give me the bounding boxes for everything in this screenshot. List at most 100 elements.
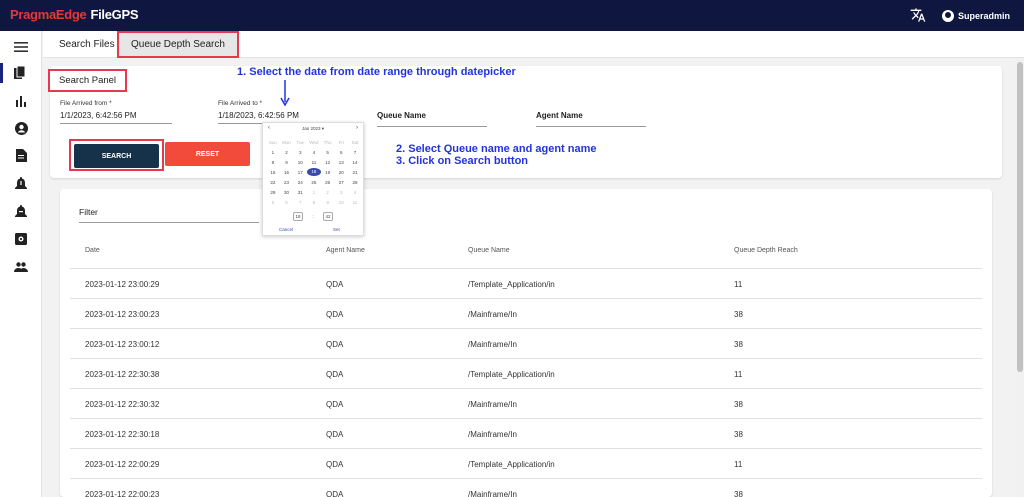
reset-button[interactable]: RESET	[165, 142, 250, 166]
calendar-day[interactable]: 6	[280, 200, 294, 205]
calendar-day[interactable]: 23	[280, 180, 294, 185]
file-arrived-from-field[interactable]: File Arrived from * 1/1/2023, 6:42:56 PM	[60, 100, 172, 124]
calendar-day[interactable]: 28	[348, 180, 362, 185]
minute-input[interactable]: 42	[322, 211, 333, 221]
calendar-day[interactable]: 24	[293, 180, 307, 185]
calendar-day[interactable]: 4	[348, 190, 362, 195]
calendar-day[interactable]: 29	[266, 190, 280, 195]
calendar-day[interactable]: 3	[293, 150, 307, 155]
calendar-day[interactable]: 3	[334, 190, 348, 195]
calendar-day[interactable]: 11	[348, 200, 362, 205]
user-menu[interactable]: Superadmin	[942, 7, 1010, 25]
table-row[interactable]: 2023-01-12 22:00:23 QDA/Mainframe/In 38	[70, 479, 982, 497]
notification-bell-icon[interactable]	[6, 201, 36, 221]
group-icon[interactable]	[6, 257, 36, 277]
cell-queue-depth: 38	[734, 490, 743, 497]
calendar-day[interactable]: 1	[266, 150, 280, 155]
instruction-step-3: 3. Click on Search button	[396, 155, 529, 167]
cell-date: 2023-01-12 22:30:18	[85, 430, 160, 439]
calendar-day[interactable]: 1	[307, 190, 321, 195]
table-row[interactable]: 2023-01-12 22:30:32 QDA/Mainframe/In 38	[70, 389, 982, 419]
calendar-day[interactable]: 14	[348, 160, 362, 165]
calendar-day[interactable]: 9	[280, 160, 294, 165]
tab-queue-depth-search[interactable]: Queue Depth Search	[117, 31, 239, 58]
agent-name-field[interactable]: Agent Name	[536, 111, 646, 127]
alert-bell-icon[interactable]	[6, 173, 36, 193]
sidebar	[0, 31, 42, 497]
page-scrollbar[interactable]	[1016, 58, 1024, 497]
table-row[interactable]: 2023-01-12 22:30:38 QDA/Template_Applicat…	[70, 359, 982, 389]
calendar-day[interactable]: 12	[321, 160, 335, 165]
column-header-queue-name[interactable]: Queue Name	[468, 247, 510, 254]
calendar-day[interactable]: 8	[266, 160, 280, 165]
cell-queue-depth: 11	[734, 460, 743, 469]
datepicker-month[interactable]: Jan 2023 ▾	[263, 126, 363, 134]
calendar-day[interactable]: 30	[280, 190, 294, 195]
calendar-day[interactable]: 15	[266, 170, 280, 175]
settings-box-icon[interactable]	[6, 229, 36, 249]
column-header-date[interactable]: Date	[85, 247, 100, 254]
menu-icon[interactable]	[6, 37, 36, 57]
from-input[interactable]: 1/1/2023, 6:42:56 PM	[60, 111, 172, 124]
cancel-button[interactable]: Cancel	[279, 227, 293, 232]
set-button[interactable]: Set	[333, 227, 340, 232]
cell-agent-name: QDA	[326, 340, 344, 349]
hour-input[interactable]: 18	[293, 211, 303, 221]
search-button[interactable]: SEARCH	[74, 144, 159, 168]
calendar-day[interactable]: 16	[280, 170, 294, 175]
app-logo[interactable]: PragmaEdge FileGPS	[10, 7, 139, 22]
calendar-day[interactable]: 31	[293, 190, 307, 195]
calendar-day[interactable]: 22	[266, 180, 280, 185]
file-arrived-to-field[interactable]: File Arrived to * 1/18/2023, 6:42:56 PM	[218, 100, 328, 124]
calendar-day[interactable]: 26	[321, 180, 335, 185]
table-row[interactable]: 2023-01-12 22:30:18 QDA/Mainframe/In 38	[70, 419, 982, 449]
cell-agent-name: QDA	[326, 310, 344, 319]
calendar-day[interactable]: 20	[334, 170, 348, 175]
calendar-day[interactable]: 6	[334, 150, 348, 155]
calendar-day[interactable]: 11	[307, 160, 321, 165]
weekday-label: Mon	[282, 139, 291, 145]
filter-input[interactable]: Filter	[79, 207, 259, 223]
time-picker: 18 : 42	[293, 211, 333, 221]
calendar-day[interactable]: 2	[321, 190, 335, 195]
calendar-day[interactable]: 25	[307, 180, 321, 185]
calendar-week: 15 16 17 18 19 20 21	[266, 167, 362, 177]
queue-name-field[interactable]: Queue Name	[377, 111, 487, 127]
calendar-day[interactable]: 7	[348, 150, 362, 155]
table-row[interactable]: 2023-01-12 23:00:23 QDA/Mainframe/In 38	[70, 299, 982, 329]
table-header: Date Agent Name Queue Name Queue Depth R…	[70, 243, 982, 269]
translate-icon[interactable]	[910, 7, 928, 25]
calendar-day[interactable]: 9	[321, 200, 335, 205]
account-icon[interactable]	[6, 118, 36, 138]
calendar-day[interactable]: 5	[321, 150, 335, 155]
scrollbar-thumb[interactable]	[1017, 62, 1023, 372]
calendar-day[interactable]: 17	[293, 170, 307, 175]
calendar-day[interactable]: 10	[334, 200, 348, 205]
calendar-day[interactable]: 2	[280, 150, 294, 155]
calendar-day[interactable]: 5	[266, 200, 280, 205]
table-row[interactable]: 2023-01-12 22:00:29 QDA/Template_Applicat…	[70, 449, 982, 479]
bar-chart-icon[interactable]	[6, 91, 36, 111]
queue-name-input[interactable]	[377, 121, 487, 127]
next-month-icon[interactable]: ›	[356, 125, 358, 131]
calendar-day[interactable]: 19	[321, 170, 335, 175]
calendar-day[interactable]: 8	[307, 200, 321, 205]
column-header-queue-depth-reach[interactable]: Queue Depth Reach	[734, 247, 798, 254]
calendar-day[interactable]: 27	[334, 180, 348, 185]
top-app-bar: PragmaEdge FileGPS Superadmin	[0, 0, 1024, 31]
calendar-day[interactable]: 13	[334, 160, 348, 165]
calendar-day[interactable]: 10	[293, 160, 307, 165]
cell-queue-name: /Template_Application/in	[468, 370, 555, 379]
file-copy-icon[interactable]	[0, 63, 36, 83]
column-header-agent-name[interactable]: Agent Name	[326, 247, 365, 254]
agent-name-input[interactable]	[536, 121, 646, 127]
tab-search-files[interactable]: Search Files	[47, 31, 127, 58]
calendar-day[interactable]: 21	[348, 170, 362, 175]
calendar-week: 22 23 24 25 26 27 28	[266, 177, 362, 187]
table-row[interactable]: 2023-01-12 23:00:12 QDA/Mainframe/In 38	[70, 329, 982, 359]
calendar-day[interactable]: 7	[293, 200, 307, 205]
table-row[interactable]: 2023-01-12 23:00:29 QDA/Template_Applicat…	[70, 269, 982, 299]
document-icon[interactable]	[6, 145, 36, 165]
calendar-day[interactable]: 18	[307, 168, 321, 176]
calendar-day[interactable]: 4	[307, 150, 321, 155]
